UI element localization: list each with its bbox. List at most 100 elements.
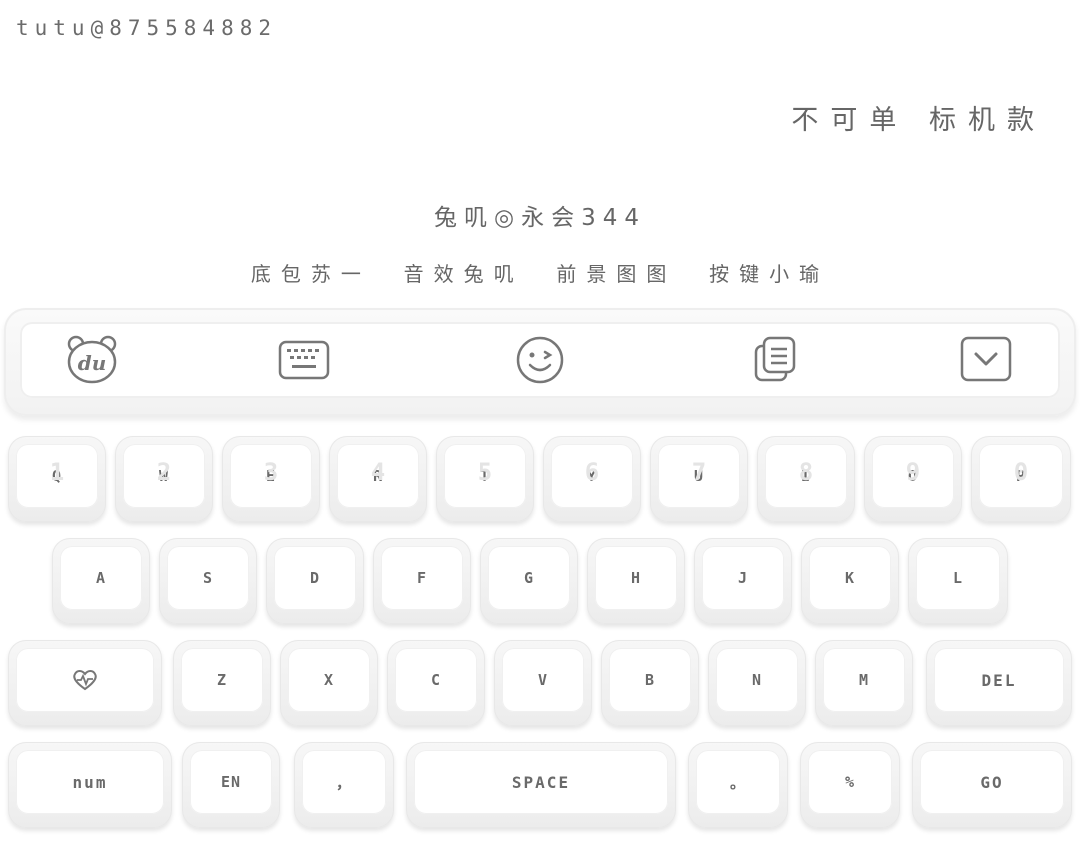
key-face: K (809, 546, 891, 610)
key-face: L (916, 546, 1000, 610)
percent-key[interactable]: % (800, 742, 900, 828)
key-f[interactable]: F (373, 538, 471, 624)
key-face: 3E (230, 444, 312, 508)
key-label: H (630, 569, 642, 587)
emoji-icon[interactable] (512, 332, 568, 388)
key-label: N (751, 671, 763, 689)
key-face: V (502, 648, 584, 712)
key-label: J (737, 569, 749, 587)
tagline: 不可单 标机款 (791, 105, 1046, 136)
du-logo-icon[interactable]: du (64, 332, 120, 388)
key-hint: 8 (798, 458, 814, 486)
space-key[interactable]: SPACE (406, 742, 676, 828)
key-label: D (309, 569, 321, 587)
key-face: num (16, 750, 164, 814)
key-r[interactable]: 4R (329, 436, 427, 522)
language-key[interactable]: EN (182, 742, 280, 828)
key-i[interactable]: 8I (757, 436, 855, 522)
key-face: 1Q (16, 444, 98, 508)
space-label: SPACE (511, 772, 571, 792)
go-key[interactable]: GO (912, 742, 1072, 828)
key-face: X (288, 648, 370, 712)
key-face: B (609, 648, 691, 712)
key-face: H (595, 546, 677, 610)
key-label: A (95, 569, 107, 587)
key-face: 9O (872, 444, 954, 508)
key-face: 7U (658, 444, 740, 508)
key-q[interactable]: 1Q (8, 436, 106, 522)
author-handle: tutu@875584882 (16, 16, 278, 40)
period-label: 。 (729, 773, 746, 792)
comma-key[interactable]: ， (294, 742, 394, 828)
key-z[interactable]: Z (173, 640, 271, 726)
collapse-keyboard-icon[interactable] (958, 332, 1014, 388)
key-face: ， (302, 750, 386, 814)
key-face: 。 (696, 750, 780, 814)
key-v[interactable]: V (494, 640, 592, 726)
key-label: G (523, 569, 535, 587)
key-d[interactable]: D (266, 538, 364, 624)
key-a[interactable]: A (52, 538, 150, 624)
key-hint: 0 (1013, 458, 1029, 486)
period-key[interactable]: 。 (688, 742, 788, 828)
key-label: S (202, 569, 214, 587)
key-face: Z (181, 648, 263, 712)
key-b[interactable]: B (601, 640, 699, 726)
key-label: F (416, 569, 428, 587)
key-o[interactable]: 9O (864, 436, 962, 522)
key-face: F (381, 546, 463, 610)
key-face: 0P (979, 444, 1063, 508)
num-key[interactable]: num (8, 742, 172, 828)
key-t[interactable]: 5T (436, 436, 534, 522)
key-label: L (952, 569, 964, 587)
go-label: GO (980, 772, 1004, 792)
language-label: EN (220, 773, 242, 791)
credits-line: 底包苏一 音效兔叽 前景图图 按键小瑜 (250, 262, 830, 286)
key-h[interactable]: H (587, 538, 685, 624)
key-label: C (430, 671, 442, 689)
key-n[interactable]: N (708, 640, 806, 726)
keyboard-icon[interactable] (276, 332, 332, 388)
key-face: M (823, 648, 905, 712)
key-face: GO (920, 750, 1064, 814)
key-face: 6Y (551, 444, 633, 508)
key-hint: 1 (49, 458, 65, 486)
theme-subtitle: 兔叽◎永会344 (434, 205, 646, 231)
key-c[interactable]: C (387, 640, 485, 726)
key-face: G (488, 546, 570, 610)
key-face: EN (190, 750, 272, 814)
key-face: D (274, 546, 356, 610)
key-k[interactable]: K (801, 538, 899, 624)
key-hint: 2 (156, 458, 172, 486)
key-m[interactable]: M (815, 640, 913, 726)
key-y[interactable]: 6Y (543, 436, 641, 522)
key-face: 5T (444, 444, 526, 508)
key-label: X (323, 671, 335, 689)
key-face: % (808, 750, 892, 814)
key-hint: 9 (905, 458, 921, 486)
key-s[interactable]: S (159, 538, 257, 624)
key-label: K (844, 569, 856, 587)
key-face: DEL (934, 648, 1064, 712)
key-w[interactable]: 2W (115, 436, 213, 522)
clipboard-icon[interactable] (748, 332, 804, 388)
key-j[interactable]: J (694, 538, 792, 624)
comma-label: ， (335, 773, 352, 792)
key-x[interactable]: X (280, 640, 378, 726)
key-e[interactable]: 3E (222, 436, 320, 522)
key-face: S (167, 546, 249, 610)
delete-key[interactable]: DEL (926, 640, 1072, 726)
key-face: C (395, 648, 477, 712)
du-logo-text: du (78, 351, 107, 375)
key-face: SPACE (414, 750, 668, 814)
key-u[interactable]: 7U (650, 436, 748, 522)
key-l[interactable]: L (908, 538, 1008, 624)
key-label: V (537, 671, 549, 689)
key-p[interactable]: 0P (971, 436, 1071, 522)
shift-key[interactable] (8, 640, 162, 726)
key-face: 4R (337, 444, 419, 508)
key-hint: 4 (370, 458, 386, 486)
heart-shift-icon (73, 670, 97, 691)
input-method-screen: tutu@875584882 不可单 标机款 兔叽◎永会344 底包苏一 音效兔… (0, 0, 1080, 866)
key-g[interactable]: G (480, 538, 578, 624)
